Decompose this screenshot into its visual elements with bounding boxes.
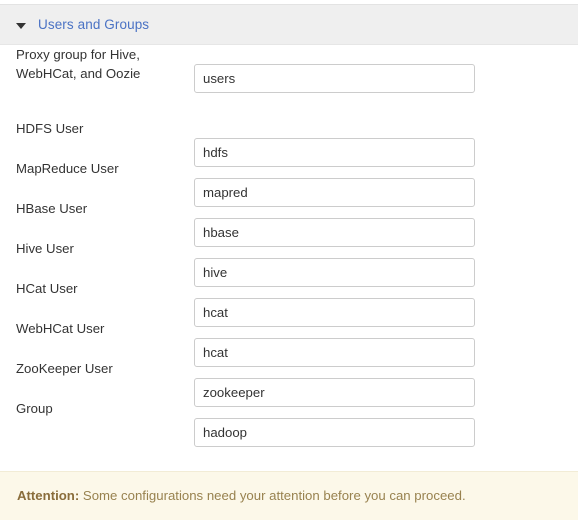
field-label-hdfs-user: HDFS User [16,121,84,136]
section-header-users-and-groups[interactable]: Users and Groups [0,4,578,45]
users-and-groups-panel: Users and Groups Proxy group for Hive, W… [0,0,578,520]
field-label-proxy-group: Proxy group for Hive, WebHCat, and Oozie [16,47,141,81]
form-row: HDFS User [0,119,578,167]
attention-alert-bar: Attention: Some configurations need your… [0,471,578,520]
field-label-mapreduce-user: MapReduce User [16,161,119,176]
caret-down-icon[interactable] [16,20,26,30]
field-input-proxy-group[interactable] [194,64,475,93]
field-label-hcat-user: HCat User [16,281,78,296]
field-label-hive-user: Hive User [16,241,74,256]
form-row: ZooKeeper User [0,359,578,407]
section-title-link[interactable]: Users and Groups [38,17,149,32]
form-row: HBase User [0,199,578,247]
field-input-group[interactable] [194,418,475,447]
form-row: MapReduce User [0,159,578,207]
form-row: Group [0,399,578,447]
form-row: WebHCat User [0,319,578,367]
alert-message: Attention: Some configurations need your… [17,487,466,505]
field-label-hbase-user: HBase User [16,201,88,216]
form-row: Proxy group for Hive, WebHCat, and Oozie [0,45,578,93]
field-label-zookeeper-user: ZooKeeper User [16,361,113,376]
alert-strong-label: Attention: [17,488,80,503]
field-label-webhcat-user: WebHCat User [16,321,105,336]
form-row: HCat User [0,279,578,327]
field-label-group: Group [16,401,53,416]
alert-message-text: Some configurations need your attention … [79,488,466,503]
form-row: Hive User [0,239,578,287]
